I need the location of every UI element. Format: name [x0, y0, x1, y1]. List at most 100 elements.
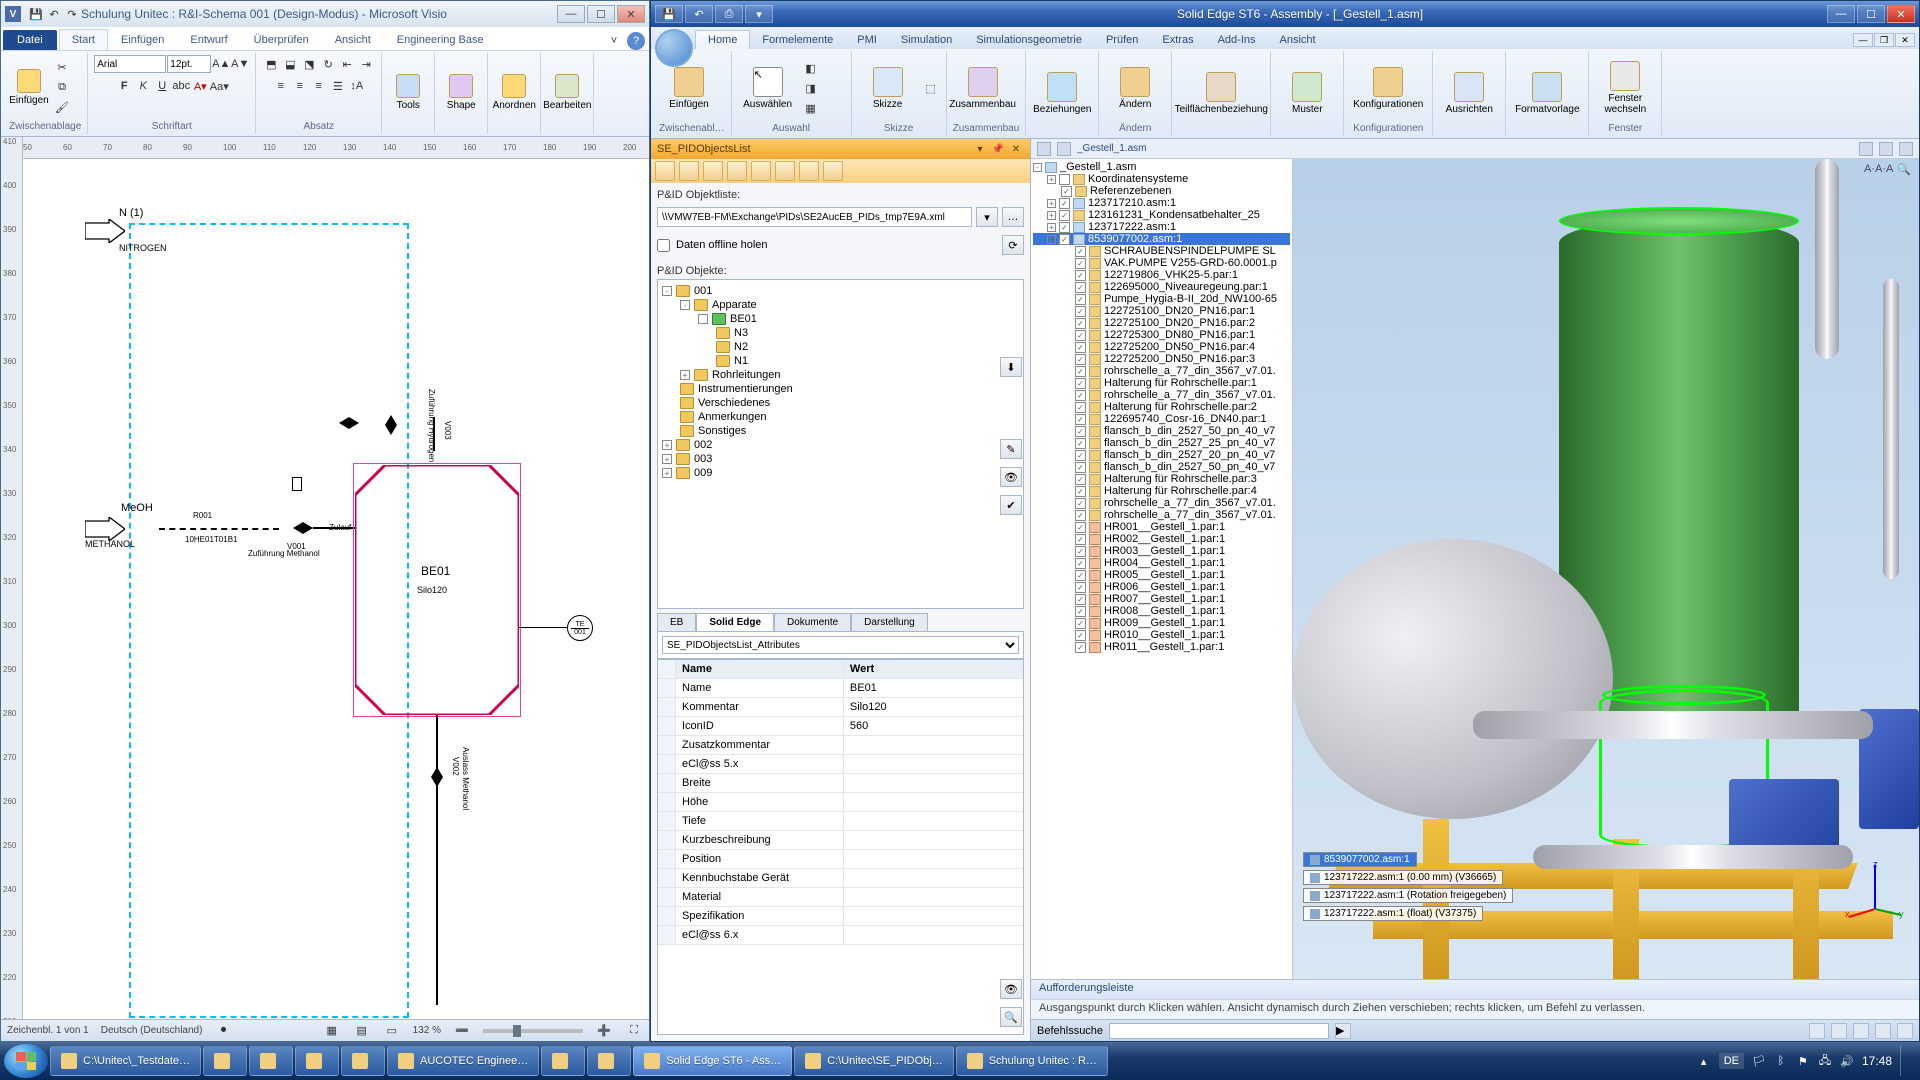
qat-print-icon[interactable]: ⎙ — [715, 5, 743, 23]
font-size-combo[interactable] — [167, 55, 211, 73]
dock-offline-checkbox[interactable] — [657, 239, 670, 252]
asm-opt3-icon[interactable] — [1899, 142, 1913, 156]
cut-icon[interactable]: ✂ — [53, 58, 71, 76]
asm-tree-row[interactable]: 122695000_Niveauregeung.par:1 — [1033, 281, 1290, 293]
asm-tree-row[interactable]: HR008__Gestell_1.par:1 — [1033, 605, 1290, 617]
asm-tree-row[interactable]: flansch_b_din_2527_25_pn_40_v7 — [1033, 437, 1290, 449]
se-sketch-opt-icon[interactable]: ⬚ — [922, 79, 940, 97]
asm-tree-row[interactable]: flansch_b_din_2527_50_pn_40_v7 — [1033, 425, 1290, 437]
asm-tree-row[interactable]: 122725200_DN50_PN16.par:3 — [1033, 353, 1290, 365]
view-style-icon[interactable]: A·A·A — [1864, 163, 1893, 176]
asm-fwd-icon[interactable] — [1057, 142, 1071, 156]
cmd-opt5-icon[interactable] — [1897, 1023, 1913, 1039]
inner-minimize-icon[interactable]: — — [1853, 33, 1873, 47]
overlay-chip[interactable]: 123717222.asm:1 (Rotation freigegeben) — [1303, 888, 1513, 903]
tray-bluetooth-icon[interactable]: ᛒ — [1774, 1054, 1788, 1068]
orientation-icon[interactable]: ↻ — [319, 55, 337, 73]
tray-network-icon[interactable]: 🖧 — [1818, 1054, 1832, 1068]
asm-tree-row[interactable]: HR003__Gestell_1.par:1 — [1033, 545, 1290, 557]
taskbar-item[interactable]: AUCOTEC Enginee… — [387, 1046, 539, 1076]
font-name-combo[interactable] — [94, 55, 166, 73]
asm-tree-row[interactable]: HR002__Gestell_1.par:1 — [1033, 533, 1290, 545]
se-modify-button[interactable]: Ändern — [1105, 67, 1165, 110]
asm-tree-row[interactable]: Halterung für Rohrschelle.par:2 — [1033, 401, 1290, 413]
taskbar-item[interactable] — [587, 1046, 631, 1076]
line-spacing-icon[interactable]: ↕A — [348, 77, 366, 95]
asm-tree-row[interactable]: 122725300_DN80_PN16.par:1 — [1033, 329, 1290, 341]
asm-tree-row[interactable]: +123717222.asm:1 — [1033, 221, 1290, 233]
asm-tree-row[interactable]: 122725100_DN20_PN16.par:2 — [1033, 317, 1290, 329]
qat-more-icon[interactable]: ▾ — [745, 5, 773, 23]
indent-inc-icon[interactable]: ⇥ — [357, 55, 375, 73]
taskbar-item[interactable] — [541, 1046, 585, 1076]
tray-lang[interactable]: DE — [1719, 1053, 1744, 1069]
taskbar-item[interactable]: Schulung Unitec : R… — [956, 1046, 1108, 1076]
se-config-button[interactable]: Konfigurationen — [1350, 67, 1426, 110]
prop-row[interactable]: Spezifikation — [658, 907, 1023, 926]
cmd-opt3-icon[interactable] — [1853, 1023, 1869, 1039]
align-top-icon[interactable]: ⬒ — [262, 55, 280, 73]
taskbar-item[interactable]: Solid Edge ST6 - Ass… — [633, 1046, 792, 1076]
assembly-tree[interactable]: -_Gestell_1.asm+KoordinatensystemeRefere… — [1031, 159, 1293, 979]
tree-node[interactable]: BE01 — [662, 312, 1019, 326]
tree-node[interactable]: -001 — [662, 284, 1019, 298]
asm-tree-row[interactable]: Halterung für Rohrschelle.par:3 — [1033, 473, 1290, 485]
maximize-button[interactable]: ☐ — [587, 5, 615, 23]
prop-tab-darstellung[interactable]: Darstellung — [851, 613, 928, 631]
ribbon-minimize-icon[interactable]: ˅ — [605, 32, 623, 50]
se-tab-formelemente[interactable]: Formelemente — [750, 31, 845, 49]
view-normal-icon[interactable]: ▦ — [323, 1022, 341, 1040]
prop-row[interactable]: Kennbuchstabe Gerät — [658, 869, 1023, 888]
ribbon-tab-engineering base[interactable]: Engineering Base — [384, 29, 497, 50]
se-tab-simulationsgeometrie[interactable]: Simulationsgeometrie — [964, 31, 1094, 49]
asm-tree-row[interactable]: flansch_b_din_2527_50_pn_40_v7 — [1033, 461, 1290, 473]
dock-tbtn-8[interactable] — [823, 161, 843, 181]
start-button[interactable] — [4, 1044, 48, 1078]
asm-tree-row[interactable]: Pumpe_Hygia-B-II_20d_NW100-65 — [1033, 293, 1290, 305]
grow-font-icon[interactable]: A▲ — [212, 55, 230, 73]
arrange-button[interactable]: Anordnen — [494, 65, 534, 121]
asm-tree-row[interactable]: rohrschelle_a_77_din_3567_v7.01. — [1033, 497, 1290, 509]
asm-tree-row[interactable]: rohrschelle_a_77_din_3567_v7.01. — [1033, 509, 1290, 521]
view-page-icon[interactable]: ▤ — [353, 1022, 371, 1040]
fit-page-icon[interactable]: ⛶ — [625, 1022, 643, 1040]
taskbar-item[interactable]: C:\Unitec\_Testdate… — [50, 1046, 201, 1076]
visio-canvas[interactable]: 4104003903803703603503403303203103002902… — [1, 137, 649, 1019]
visio-page[interactable]: N (1) NITROGEN MeOH METHANOL R001 10HE01… — [23, 159, 649, 1019]
dock-edit-button[interactable]: ✎ — [1000, 439, 1022, 459]
file-tab[interactable]: Datei — [3, 30, 57, 50]
dock-tbtn-7[interactable] — [799, 161, 819, 181]
se-tab-home[interactable]: Home — [695, 30, 750, 49]
dock-title[interactable]: SE_PIDObjectsList ▾ 📌 ✕ — [651, 139, 1030, 159]
asm-tree-row[interactable]: HR011__Gestell_1.par:1 — [1033, 641, 1290, 653]
asm-path[interactable]: _Gestell_1.asm — [1077, 143, 1146, 154]
asm-tree-row[interactable]: HR004__Gestell_1.par:1 — [1033, 557, 1290, 569]
inner-restore-icon[interactable]: ❐ — [1874, 33, 1894, 47]
status-lang[interactable]: Deutsch (Deutschland) — [101, 1025, 203, 1036]
se-assembly-button[interactable]: Zusammenbau — [953, 67, 1013, 110]
asm-tree-row[interactable]: Halterung für Rohrschelle.par:1 — [1033, 377, 1290, 389]
taskbar-item[interactable] — [203, 1046, 247, 1076]
cmd-search-input[interactable] — [1109, 1023, 1329, 1039]
dock-path-dropdown-icon[interactable]: ▾ — [976, 207, 998, 227]
asm-tree-row[interactable]: HR009__Gestell_1.par:1 — [1033, 617, 1290, 629]
se-tab-prüfen[interactable]: Prüfen — [1094, 31, 1150, 49]
prop-row[interactable]: Höhe — [658, 793, 1023, 812]
asm-tree-row[interactable]: HR007__Gestell_1.par:1 — [1033, 593, 1290, 605]
se-sel-opt3-icon[interactable]: ▦ — [802, 99, 820, 117]
se-select-button[interactable]: ↖Auswählen — [738, 67, 798, 110]
asm-tree-row[interactable]: VAK.PUMPE V255-GRD-60.0001.p — [1033, 257, 1290, 269]
align-center-icon[interactable]: ≡ — [291, 77, 309, 95]
align-left-icon[interactable]: ≡ — [272, 77, 290, 95]
dock-grid-zoom-button[interactable]: 🔍 — [1000, 1007, 1022, 1027]
asm-opt2-icon[interactable] — [1879, 142, 1893, 156]
prop-row[interactable]: Material — [658, 888, 1023, 907]
se-tab-pmi[interactable]: PMI — [845, 31, 889, 49]
asm-tree-row[interactable]: +Koordinatensysteme — [1033, 173, 1290, 185]
asm-tree-row[interactable]: 122695740_Cosr-16_DN40.par:1 — [1033, 413, 1290, 425]
qat-undo-icon[interactable]: ↶ — [685, 5, 713, 23]
cmd-opt4-icon[interactable] — [1875, 1023, 1891, 1039]
close-button[interactable]: ✕ — [617, 5, 645, 23]
edit-button[interactable]: Bearbeiten — [547, 65, 587, 121]
se-formatvorlage-button[interactable]: Formatvorlage — [1512, 72, 1582, 115]
